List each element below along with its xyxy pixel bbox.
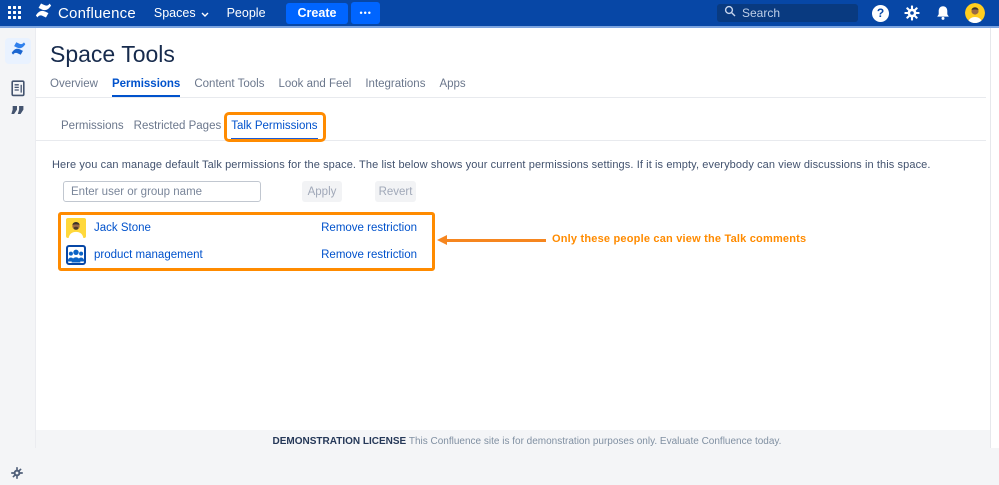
tab-permissions[interactable]: Permissions bbox=[111, 78, 181, 97]
confluence-logo-icon bbox=[34, 1, 53, 25]
left-sidebar: ” bbox=[0, 28, 36, 479]
vertical-scrollbar[interactable] bbox=[990, 28, 999, 448]
subtab-permissions[interactable]: Permissions bbox=[61, 120, 124, 140]
remove-restriction-link[interactable]: Remove restriction bbox=[321, 222, 417, 234]
settings-gear-icon[interactable] bbox=[10, 466, 24, 485]
group-name-link[interactable]: product management bbox=[94, 249, 203, 261]
user-avatar[interactable] bbox=[965, 3, 985, 23]
tab-integrations[interactable]: Integrations bbox=[365, 78, 425, 97]
gear-icon[interactable] bbox=[903, 4, 921, 22]
sidebar-item-confluence[interactable] bbox=[5, 38, 31, 64]
people-group-icon bbox=[66, 245, 86, 265]
tab-apps[interactable]: Apps bbox=[439, 78, 465, 97]
help-icon[interactable]: ? bbox=[872, 4, 889, 22]
subtab-talk-permissions-label: Talk Permissions bbox=[231, 120, 318, 132]
subtab-talk-permissions[interactable]: Talk Permissions bbox=[224, 112, 326, 142]
remove-restriction-link[interactable]: Remove restriction bbox=[321, 249, 417, 261]
space-tools-tab-bar: Overview Permissions Content Tools Look … bbox=[36, 78, 986, 98]
user-or-group-input[interactable] bbox=[63, 181, 261, 202]
user-name-link[interactable]: Jack Stone bbox=[94, 222, 151, 234]
list-item-group: product management Remove restriction bbox=[61, 243, 432, 268]
license-footer: DEMONSTRATION LICENSE This Confluence si… bbox=[55, 436, 999, 447]
license-text: This Confluence site is for demonstratio… bbox=[408, 436, 782, 447]
confluence-logo[interactable]: Confluence bbox=[34, 1, 136, 25]
nav-people[interactable]: People bbox=[227, 6, 266, 20]
sidebar-item-quotes[interactable]: ” bbox=[9, 104, 26, 130]
create-button[interactable]: Create bbox=[285, 2, 349, 24]
quote-icon: ” bbox=[9, 102, 27, 132]
user-photo-avatar bbox=[66, 218, 86, 238]
subtab-restricted-pages[interactable]: Restricted Pages bbox=[134, 120, 222, 140]
spaces-label: Spaces bbox=[153, 6, 196, 20]
apply-button[interactable]: Apply bbox=[302, 181, 342, 202]
sidebar-item-pages[interactable] bbox=[11, 80, 25, 102]
permissions-sub-tab-bar: Permissions Restricted Pages Talk Permis… bbox=[36, 112, 986, 142]
people-label: People bbox=[226, 6, 266, 20]
product-name: Confluence bbox=[58, 4, 136, 22]
arrow-line bbox=[446, 239, 546, 242]
list-item-user: Jack Stone Remove restriction bbox=[61, 216, 432, 241]
bell-icon[interactable] bbox=[935, 5, 951, 21]
tab-look-and-feel[interactable]: Look and Feel bbox=[278, 78, 351, 97]
more-button[interactable]: ••• bbox=[351, 2, 380, 24]
tab-content-tools[interactable]: Content Tools bbox=[194, 78, 264, 97]
search-icon bbox=[724, 4, 736, 22]
nav-spaces-menu[interactable]: Spaces bbox=[154, 6, 209, 20]
search-input[interactable] bbox=[742, 6, 842, 20]
revert-button[interactable]: Revert bbox=[375, 181, 416, 202]
confluence-icon bbox=[10, 40, 27, 62]
talk-restrictions-list: Jack Stone Remove restriction product ma… bbox=[58, 212, 435, 271]
tab-overview[interactable]: Overview bbox=[50, 78, 98, 97]
annotation-text: Only these people can view the Talk comm… bbox=[552, 233, 807, 245]
top-navbar: Confluence Spaces People Create ••• ? bbox=[0, 0, 999, 28]
page-title: Space Tools bbox=[50, 41, 175, 67]
app-switcher-grid-icon[interactable] bbox=[8, 6, 22, 20]
chevron-down-icon bbox=[201, 6, 209, 20]
license-label: DEMONSTRATION LICENSE bbox=[272, 436, 407, 447]
search-box[interactable] bbox=[717, 4, 858, 22]
pages-icon bbox=[11, 80, 25, 101]
talk-permissions-description: Here you can manage default Talk permiss… bbox=[52, 159, 931, 171]
